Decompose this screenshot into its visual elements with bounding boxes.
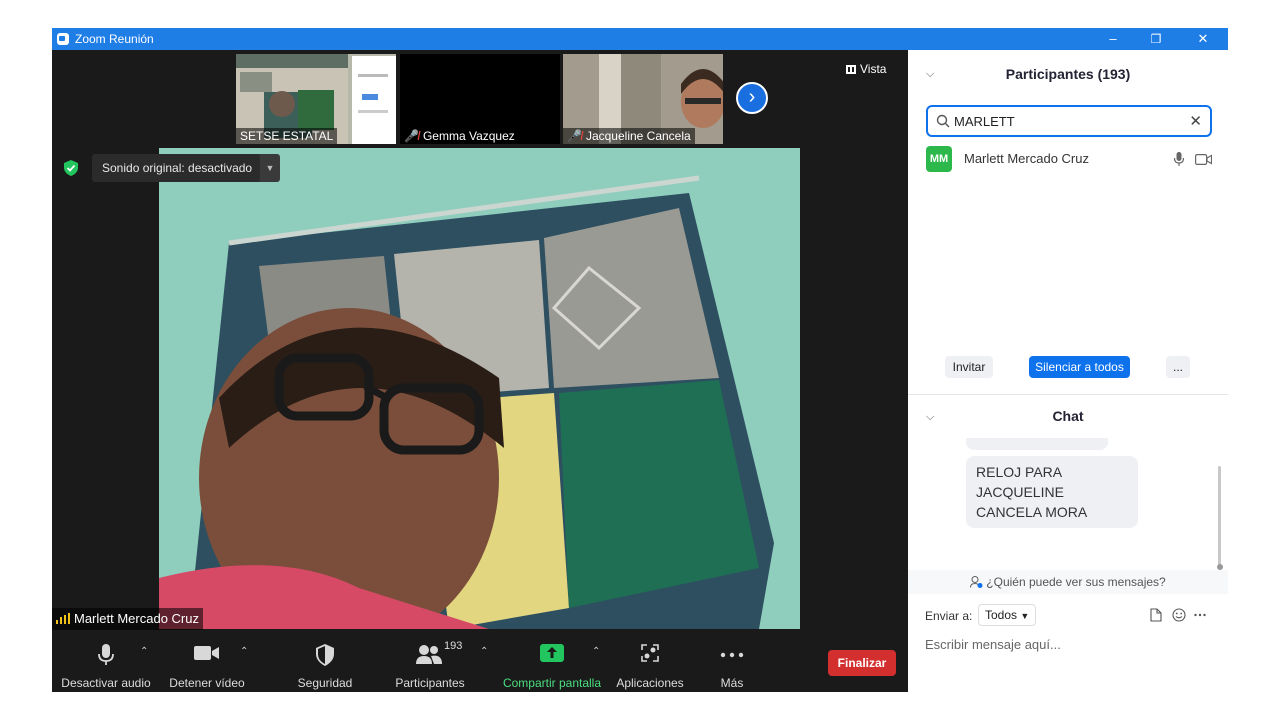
side-panel: ⌵ Participantes (193) ✕ MM Marlett Merca… [908, 50, 1228, 692]
apps-label: Aplicaciones [616, 676, 684, 690]
microphone-icon[interactable] [1174, 152, 1184, 166]
more-label: Más [720, 676, 744, 690]
video-thumbnail[interactable]: 🎤̸ Jacqueline Cancela [563, 54, 723, 144]
video-camera-icon [194, 646, 219, 660]
emoji-icon[interactable] [1172, 608, 1186, 622]
participants-count: 193 [444, 640, 463, 652]
speaker-name: Marlett Mercado Cruz [74, 611, 199, 626]
participant-search[interactable]: ✕ [926, 105, 1212, 137]
send-to-select[interactable]: Todos ▼ [978, 604, 1036, 626]
share-options-caret[interactable]: ⌃ [592, 646, 600, 657]
speaker-name-tag: Marlett Mercado Cruz [52, 608, 203, 630]
view-button-label: Vista [860, 62, 887, 76]
mic-muted-icon: 🎤̸ [567, 129, 582, 143]
security-button[interactable]: Seguridad [292, 634, 358, 692]
caret-down-icon: ▼ [265, 163, 275, 173]
original-sound-badge[interactable]: Sonido original: desactivado [92, 154, 263, 182]
signal-strength-icon [56, 613, 70, 624]
close-window-button[interactable]: ✕ [1193, 30, 1213, 48]
user-info-icon [970, 575, 983, 588]
ellipsis-icon [720, 652, 744, 658]
file-icon[interactable] [1150, 608, 1162, 622]
participant-search-input[interactable] [954, 112, 1184, 130]
restore-button[interactable]: ❐ [1146, 30, 1166, 48]
share-screen-label: Compartir pantalla [502, 676, 602, 690]
sound-options-caret[interactable]: ▼ [260, 154, 280, 182]
video-thumbnail[interactable]: 🎤̸ Gemma Vazquez [400, 54, 560, 144]
divider [908, 394, 1228, 395]
chat-message-cutoff [966, 438, 1108, 450]
chat-more-icon[interactable] [1194, 613, 1206, 617]
chat-message: RELOJ PARA JACQUELINE CANCELA MORA [966, 456, 1138, 528]
video-options-caret[interactable]: ⌃ [240, 646, 248, 657]
audio-options-caret[interactable]: ⌃ [140, 646, 148, 657]
chevron-right-icon: › [748, 86, 756, 108]
apps-icon [641, 644, 659, 662]
thumbnail-label: 🎤̸ Jacqueline Cancela [563, 128, 695, 144]
encryption-shield-icon[interactable] [64, 160, 78, 176]
avatar: MM [926, 146, 952, 172]
chat-messages[interactable]: RELOJ PARA JACQUELINE CANCELA MORA [908, 438, 1214, 568]
participants-options-caret[interactable]: ⌃ [480, 646, 488, 657]
minimize-button[interactable]: – [1103, 30, 1123, 48]
meeting-toolbar: ⌃ Desactivar audio ⌃ Detener vídeo Segur… [52, 634, 908, 692]
chat-header: Chat [1052, 408, 1084, 424]
view-button[interactable]: Vista [846, 62, 886, 76]
mute-audio-label: Desactivar audio [61, 676, 151, 690]
stop-video-button[interactable]: ⌃ Detener vídeo [166, 634, 248, 692]
send-to-label: Enviar a: [925, 609, 973, 623]
who-can-see-messages[interactable]: ¿Quién puede ver sus mensajes? [908, 570, 1228, 594]
next-thumbnails-button[interactable]: › [736, 82, 768, 114]
thumbnail-name: Gemma Vazquez [422, 129, 515, 143]
send-to-value: Todos [985, 608, 1018, 622]
participant-name: Marlett Mercado Cruz [964, 151, 1089, 166]
share-screen-icon [540, 644, 564, 662]
video-area: SETSE ESTATAL 🎤̸ Gemma Vazquez 🎤̸ Jacqueli… [52, 50, 908, 692]
apps-button[interactable]: Aplicaciones [614, 634, 686, 692]
participant-row[interactable]: MM Marlett Mercado Cruz [926, 146, 1216, 172]
microphone-icon [98, 644, 114, 665]
more-participant-options-button[interactable]: ... [1166, 356, 1190, 378]
chevron-down-icon: ▼ [1020, 611, 1030, 621]
participants-icon [416, 645, 442, 664]
mic-muted-icon: 🎤̸ [404, 129, 419, 143]
zoom-window: Zoom Reunión – ❐ ✕ SETSE ESTATAL 🎤̸ Gemma… [52, 28, 1228, 692]
mute-audio-button[interactable]: ⌃ Desactivar audio [60, 634, 152, 692]
thumbnail-name: Jacqueline Cancela [585, 129, 691, 143]
thumbnail-label: 🎤̸ Gemma Vazquez [400, 128, 519, 144]
chat-scrollbar[interactable] [1218, 466, 1221, 566]
clear-search-icon[interactable]: ✕ [1189, 112, 1202, 130]
video-thumbnail[interactable]: SETSE ESTATAL [236, 54, 396, 144]
thumbnail-name: SETSE ESTATAL [236, 128, 338, 144]
more-button[interactable]: Más [712, 634, 752, 692]
participants-header: Participantes (193) [1005, 66, 1131, 82]
who-can-see-label: ¿Quién puede ver sus mensajes? [986, 575, 1166, 589]
mute-all-button[interactable]: Silenciar a todos [1029, 356, 1130, 378]
share-screen-button[interactable]: ⌃ Compartir pantalla [500, 634, 604, 692]
gallery-view-icon [846, 65, 856, 74]
invite-button[interactable]: Invitar [945, 356, 993, 378]
chat-message-input[interactable] [925, 634, 1215, 654]
active-speaker-video[interactable] [159, 148, 800, 629]
participants-label: Participantes [395, 676, 465, 690]
window-title: Zoom Reunión [75, 32, 154, 46]
title-bar: Zoom Reunión – ❐ ✕ [52, 28, 1228, 50]
shield-icon [316, 644, 334, 666]
video-camera-icon[interactable] [1195, 154, 1212, 165]
speaker-video-image [159, 148, 800, 629]
participants-button[interactable]: 193 ⌃ Participantes [392, 634, 488, 692]
security-label: Seguridad [297, 676, 353, 690]
end-meeting-button[interactable]: Finalizar [828, 650, 896, 676]
zoom-app-icon [57, 33, 69, 45]
search-icon [936, 114, 950, 128]
stop-video-label: Detener vídeo [169, 676, 245, 690]
